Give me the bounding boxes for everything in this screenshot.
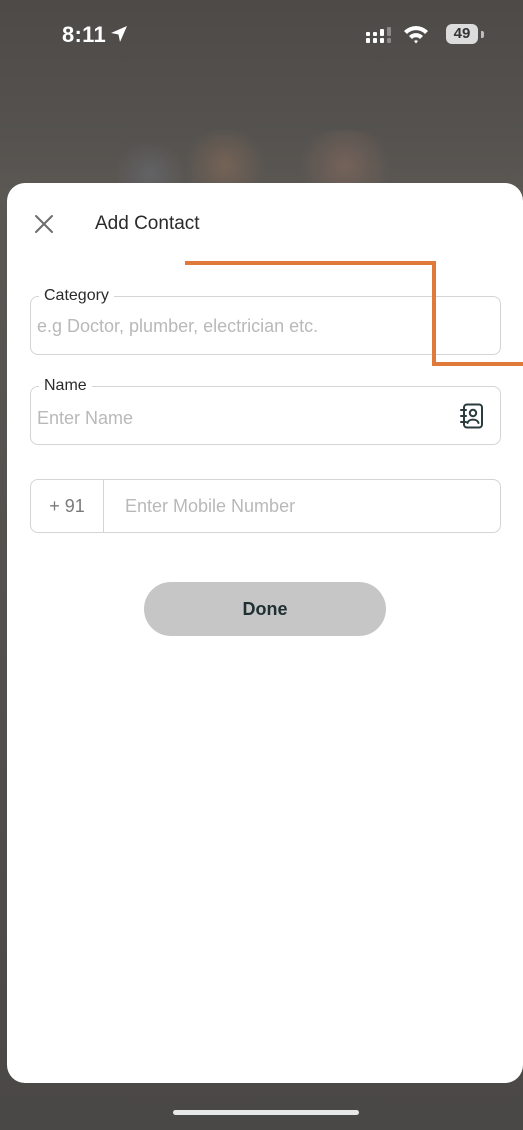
name-label: Name [39,376,92,396]
status-bar: 8:11 49 [0,0,523,70]
contacts-book-icon[interactable] [460,403,484,429]
phone-field[interactable]: + 91 [30,479,501,533]
add-contact-sheet: Add Contact Category Name + 91 Done [7,183,523,1083]
battery-indicator: 49 [446,24,478,44]
category-field[interactable]: Category [30,286,501,355]
sheet-title: Add Contact [95,213,200,234]
name-input[interactable] [37,405,437,431]
country-code-selector[interactable]: + 91 [31,480,104,532]
category-input[interactable] [37,313,477,339]
done-button[interactable]: Done [144,582,386,636]
name-field[interactable]: Name [30,376,501,445]
category-label: Category [39,286,114,306]
mobile-number-input[interactable] [125,493,485,519]
cellular-signal-icon [366,27,391,43]
close-icon[interactable] [33,213,55,235]
battery-cap [481,31,484,38]
location-arrow-icon [111,26,127,42]
status-time: 8:11 [62,22,107,47]
wifi-icon [404,26,428,44]
home-indicator [173,1110,359,1115]
